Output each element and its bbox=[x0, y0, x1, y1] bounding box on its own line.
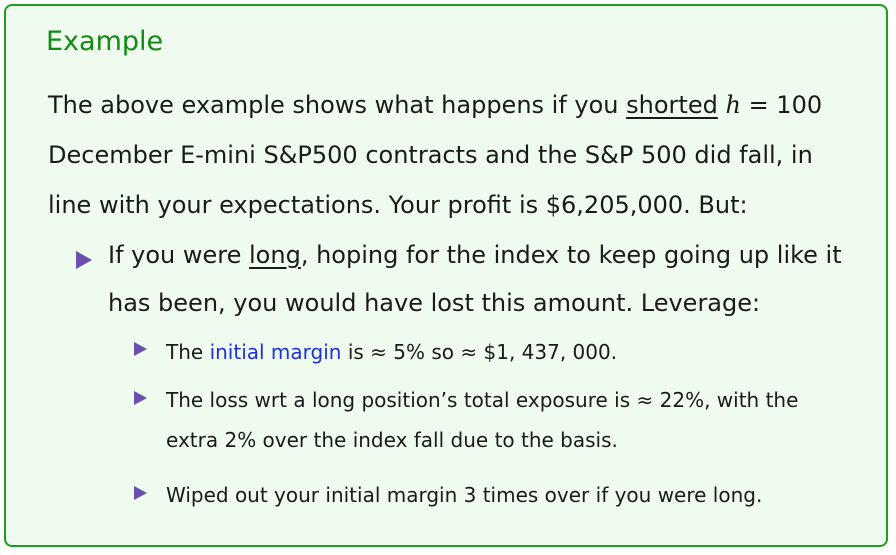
bullet-triangle-icon bbox=[76, 251, 92, 269]
long-underline: long bbox=[249, 241, 301, 269]
sub-item-loss: The loss wrt a long position’s total exp… bbox=[166, 388, 799, 452]
sub1-pre: The bbox=[166, 340, 210, 364]
shorted-underline: shorted bbox=[626, 91, 718, 119]
intro-text-1: The above example shows what happens if … bbox=[48, 91, 627, 119]
sub-bullet-triangle-icon bbox=[134, 391, 147, 405]
initial-margin-term: initial margin bbox=[209, 340, 342, 364]
bullet1-text-1: If you were bbox=[108, 241, 250, 269]
sub-bullet-triangle-icon bbox=[134, 486, 147, 500]
variable-h: h bbox=[725, 91, 741, 119]
intro-paragraph: The above example shows what happens if … bbox=[48, 80, 848, 230]
sub-bullet-triangle-icon bbox=[134, 342, 147, 356]
sub1-post: is ≈ 5% so ≈ $1, 437, 000. bbox=[341, 340, 618, 364]
block-title: Example bbox=[46, 26, 164, 57]
bullet-item-long: If you were long, hoping for the index t… bbox=[108, 231, 848, 327]
sub-item-wiped-out: Wiped out your initial margin 3 times ov… bbox=[166, 483, 763, 507]
sub-item-initial-margin: The initial margin is ≈ 5% so ≈ $1, 437,… bbox=[166, 332, 846, 372]
